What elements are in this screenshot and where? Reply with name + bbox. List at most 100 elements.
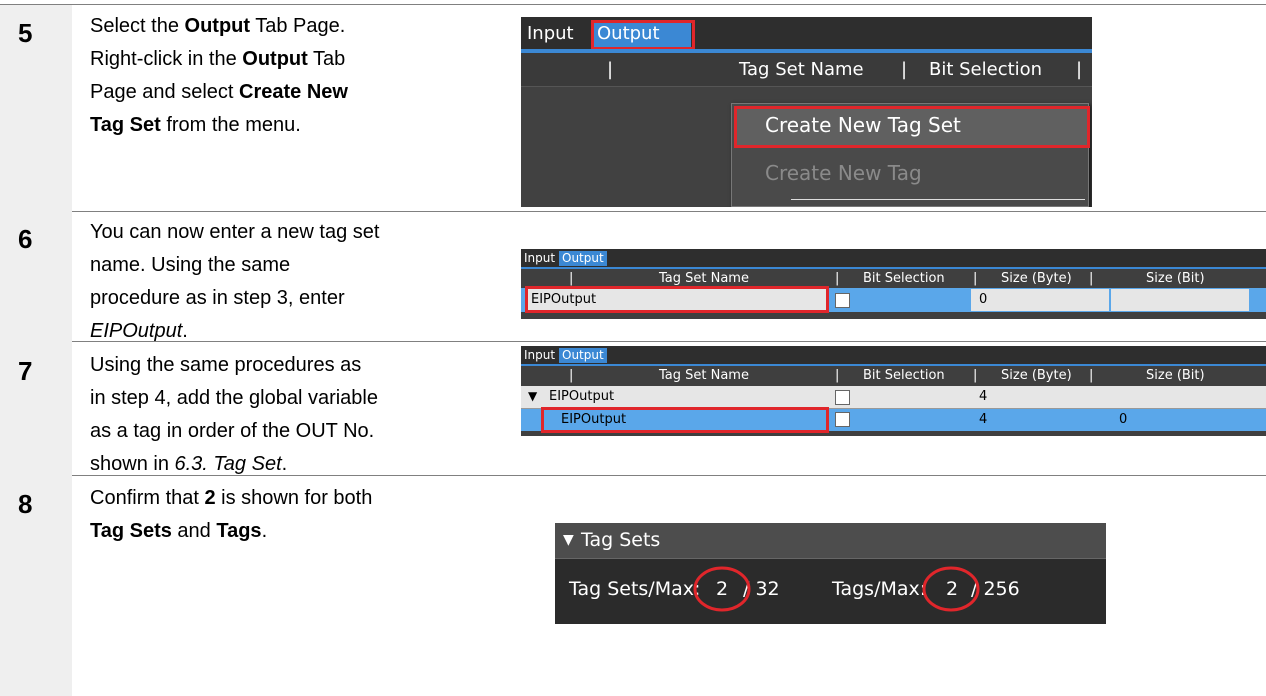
col-bit-selection[interactable]: Bit Selection [929,59,1042,80]
size-byte-cell[interactable]: 4 [979,389,987,404]
step-text-run: is shown for both [215,487,373,509]
col-sep: | [973,271,978,286]
step-text-run: EIPOutput [90,320,183,342]
highlight-tag-cell [541,407,829,433]
step-text-line: Tag Set from the menu. [90,109,500,142]
step-text-run: Using the same procedures as [90,354,362,376]
step-text-line: in step 4, add the global variable [90,382,500,415]
col-size-byte[interactable]: Size (Byte) [1001,271,1072,286]
col-sep: | [901,59,908,80]
menu-create-new-tag: Create New Tag [765,161,922,185]
bit-selection-checkbox[interactable] [835,293,850,308]
step-text-run: Create New [239,81,348,103]
col-bit-selection[interactable]: Bit Selection [863,368,945,383]
col-sep: | [835,271,840,286]
step-text-run: shown in [90,453,175,475]
step-text-line: Select the Output Tab Page. [90,10,500,43]
col-sep: | [835,368,840,383]
col-tag-set-name[interactable]: Tag Set Name [659,271,749,286]
tab-output[interactable]: Output [559,251,607,266]
step-text-run: in step 4, add the global variable [90,387,378,409]
step-text-run: 6.3. Tag Set [174,453,282,475]
size-byte-cell[interactable]: 4 [979,412,987,427]
step-text-line: Tag Sets and Tags. [90,515,500,548]
col-size-bit[interactable]: Size (Bit) [1146,368,1205,383]
step-text-line: as a tag in order of the OUT No. [90,415,500,448]
step-text-run: You can now enter a new tag set [90,221,380,243]
tab-input[interactable]: Input [524,348,555,363]
size-byte-cell[interactable]: 0 [979,292,987,307]
step-text-7: Using the same procedures as in step 4, a… [90,349,500,481]
step-text-run: Tags [216,520,262,542]
step-text-run: Tag Sets [90,520,172,542]
screenshot-step5: Input Output | Tag Set Name | Bit Select… [521,17,1092,207]
step-text-line: Confirm that 2 is shown for both [90,482,500,515]
bit-selection-checkbox[interactable] [835,390,850,405]
step-number-7: 7 [18,356,33,386]
col-tag-set-name[interactable]: Tag Set Name [659,368,749,383]
screenshot-step7: Input Output | Tag Set Name | Bit Select… [521,346,1266,436]
highlight-circle-tags [922,566,980,612]
screenshot-step8: ▼ Tag Sets Tag Sets/Max: 2 / 32 Tags/Max… [555,523,1106,624]
col-size-bit[interactable]: Size (Bit) [1146,271,1205,286]
expand-toggle-icon[interactable]: ▼ [528,389,537,403]
highlight-name-cell [525,286,829,313]
step-text-line: procedure as in step 3, enter [90,282,500,315]
col-tag-set-name[interactable]: Tag Set Name [739,59,864,80]
step-column [0,5,72,696]
col-sep: | [569,271,574,286]
highlight-circles [693,566,980,612]
step-text-run: Tab [307,48,346,70]
step-text-line: You can now enter a new tag set [90,216,500,249]
step-text-run: Select the [90,15,185,37]
col-bit-selection[interactable]: Bit Selection [863,271,945,286]
divider-top [0,4,1266,5]
size-bit-cell[interactable]: 0 [1119,412,1127,427]
step-text-run: as a tag in order of the OUT No. [90,420,375,442]
tab-input[interactable]: Input [525,21,576,47]
highlight-create-new-tag-set [734,106,1090,148]
col-sep: | [973,368,978,383]
tag-set-name-cell[interactable]: EIPOutput [549,389,614,404]
step-text-run: . [281,453,288,475]
step-text-run: Right-click in the [90,48,243,70]
highlight-output-tab [591,20,695,50]
step-text-run: . [182,320,188,342]
step-text-run: Confirm that [90,487,205,509]
step-text-run: Output [242,48,308,70]
step-text-line: name. Using the same [90,249,500,282]
step-text-line: Page and select Create New [90,76,500,109]
step-text-run: and [171,520,217,542]
step-text-run: Tab Page. [250,15,346,37]
screenshot-step6: Input Output | Tag Set Name | Bit Select… [521,249,1266,319]
table-row[interactable] [521,386,1266,408]
step-text-6: You can now enter a new tag set name. Usi… [90,216,500,348]
step-text-line: Right-click in the Output Tab [90,43,500,76]
step-text-run: name. Using the same [90,254,291,276]
step-text-run: . [261,520,268,542]
col-sep: | [569,368,574,383]
step-number-8: 8 [18,489,33,519]
col-sep: | [1076,59,1083,80]
step-text-5: Select the Output Tab Page. Right-click i… [90,10,500,142]
step-text-run: Tag Set [90,114,161,136]
tab-output[interactable]: Output [559,348,607,363]
step-text-line: Using the same procedures as [90,349,500,382]
col-sep: | [1089,368,1094,383]
bit-selection-checkbox[interactable] [835,412,850,427]
step-text-run: Page and select [90,81,239,103]
divider-5-6 [0,211,1266,212]
step-text-run: 2 [204,487,216,509]
step-text-line: shown in 6.3. Tag Set. [90,448,500,481]
col-sep: | [1089,271,1094,286]
step-number-6: 6 [18,224,33,254]
step-text-run: procedure as in step 3, enter [90,287,345,309]
step-text-line: EIPOutput. [90,315,500,348]
step-text-run: Output [184,15,251,37]
tab-input[interactable]: Input [524,251,555,266]
step-text-run: from the menu. [160,114,301,136]
col-sep: | [607,59,614,80]
col-size-byte[interactable]: Size (Byte) [1001,368,1072,383]
step-text-8: Confirm that 2 is shown for both Tag Sets… [90,482,500,548]
step-number-5: 5 [18,18,33,48]
